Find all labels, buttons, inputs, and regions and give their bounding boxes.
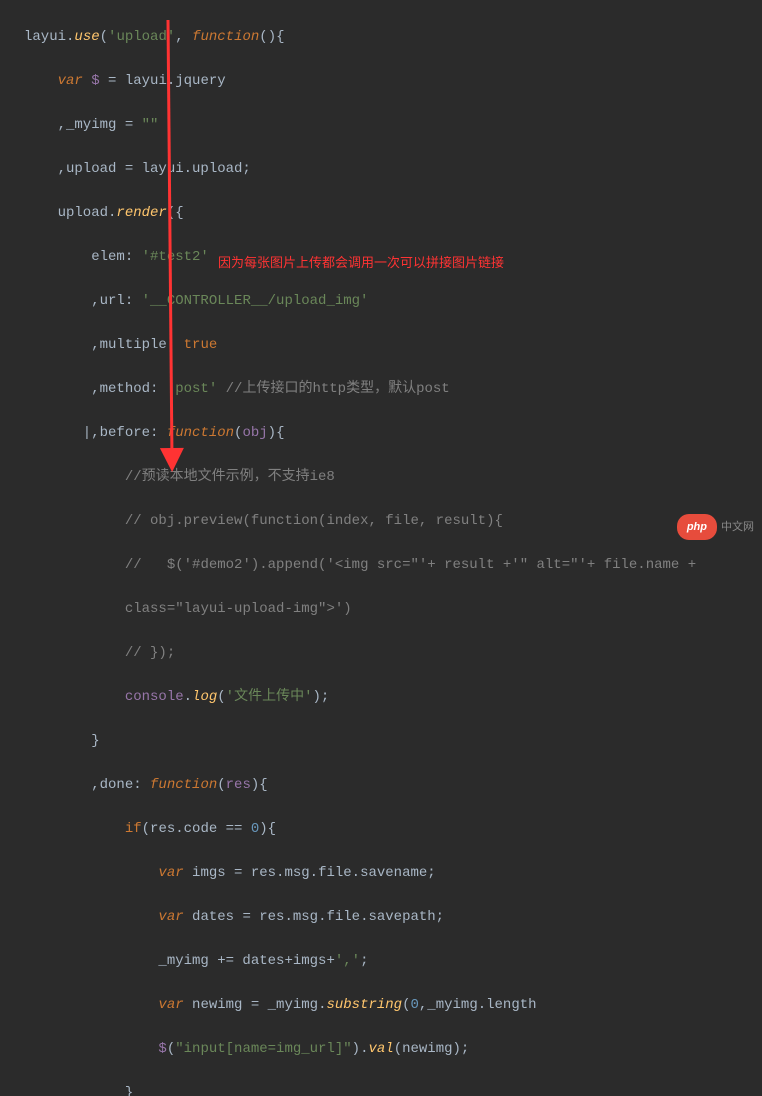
code-token: elem: xyxy=(24,249,142,265)
code-token: dates = res.msg.file.savepath; xyxy=(184,909,444,925)
code-token: upload. xyxy=(24,205,116,221)
code-token: res xyxy=(226,777,251,793)
code-token: (){ xyxy=(259,29,284,45)
code-token: ( xyxy=(402,997,410,1013)
watermark: php 中文网 xyxy=(677,514,754,540)
code-token: layui. xyxy=(24,29,74,45)
code-token: imgs = res.msg.file.savename; xyxy=(184,865,436,881)
code-token: var xyxy=(158,909,183,925)
code-token: true xyxy=(184,337,218,353)
code-token: |,before: xyxy=(24,425,167,441)
code-token: ( xyxy=(167,1041,175,1057)
code-token: ( xyxy=(217,777,225,793)
code-token xyxy=(24,73,58,89)
code-token: render xyxy=(116,205,166,221)
code-token: var xyxy=(158,865,183,881)
code-token: ,multiple: xyxy=(24,337,184,353)
code-token: ,url: xyxy=(24,293,142,309)
code-token: . xyxy=(184,689,192,705)
watermark-logo: php xyxy=(677,514,717,540)
code-token xyxy=(83,73,91,89)
code-token: "input[name=img_url]" xyxy=(175,1041,351,1057)
code-token: (newimg); xyxy=(394,1041,470,1057)
code-token: //预读本地文件示例，不支持ie8 xyxy=(125,469,335,485)
code-token xyxy=(24,821,125,837)
code-token: '文件上传中' xyxy=(226,689,313,705)
code-token: ){ xyxy=(251,777,268,793)
code-token xyxy=(24,645,125,661)
code-token xyxy=(24,513,125,529)
code-token xyxy=(24,557,125,573)
code-token: 0 xyxy=(251,821,259,837)
code-token: newimg = _myimg. xyxy=(184,997,327,1013)
code-token: use xyxy=(74,29,99,45)
code-token: if xyxy=(125,821,142,837)
code-token: // }); xyxy=(125,645,175,661)
code-token: ,upload = layui.upload; xyxy=(24,161,251,177)
code-token: "" xyxy=(142,117,159,133)
code-token: = layui.jquery xyxy=(100,73,226,89)
code-token: ,done: xyxy=(24,777,150,793)
code-token: ,method: xyxy=(24,381,167,397)
code-token: ({ xyxy=(167,205,184,221)
code-token: obj xyxy=(242,425,267,441)
code-token: '#test2' xyxy=(142,249,209,265)
code-token: ,_myimg = xyxy=(24,117,142,133)
watermark-text: 中文网 xyxy=(721,516,754,538)
code-token: var xyxy=(58,73,83,89)
code-block: layui.use('upload', function(){ var $ = … xyxy=(0,0,762,1096)
code-token: function xyxy=(150,777,217,793)
code-token: } xyxy=(24,1085,133,1096)
code-token xyxy=(24,1041,158,1057)
code-token: 'post' xyxy=(167,381,217,397)
code-token: ,_myimg.length xyxy=(419,997,537,1013)
code-token xyxy=(217,381,225,397)
code-token: log xyxy=(192,689,217,705)
code-token: ); xyxy=(312,689,329,705)
code-token: ( xyxy=(100,29,108,45)
code-token xyxy=(24,601,125,617)
code-token xyxy=(24,997,158,1013)
code-token: ( xyxy=(217,689,225,705)
code-token: (res.code == xyxy=(142,821,251,837)
code-token: substring xyxy=(326,997,402,1013)
code-token: '__CONTROLLER__/upload_img' xyxy=(142,293,369,309)
code-token: , xyxy=(175,29,192,45)
code-token xyxy=(24,689,125,705)
code-token: var xyxy=(158,997,183,1013)
code-token: //上传接口的http类型，默认post xyxy=(226,381,450,397)
code-token: ). xyxy=(352,1041,369,1057)
code-token: function xyxy=(192,29,259,45)
code-token: _myimg += dates+imgs+ xyxy=(24,953,335,969)
code-token xyxy=(24,469,125,485)
code-token: 'upload' xyxy=(108,29,175,45)
code-token: ',' xyxy=(335,953,360,969)
code-token: console xyxy=(125,689,184,705)
code-token: function xyxy=(167,425,234,441)
code-token: // $('#demo2').append('<img src="'+ resu… xyxy=(125,557,696,573)
code-token: $ xyxy=(91,73,99,89)
code-token xyxy=(24,865,158,881)
code-token: // obj.preview(function(index, file, res… xyxy=(125,513,503,529)
code-token: 0 xyxy=(411,997,419,1013)
code-token: ){ xyxy=(259,821,276,837)
code-token: } xyxy=(24,733,100,749)
code-token: ){ xyxy=(268,425,285,441)
code-token: class="layui-upload-img">') xyxy=(125,601,352,617)
code-token: $ xyxy=(158,1041,166,1057)
code-token: ; xyxy=(360,953,368,969)
code-token: val xyxy=(368,1041,393,1057)
code-token xyxy=(24,909,158,925)
